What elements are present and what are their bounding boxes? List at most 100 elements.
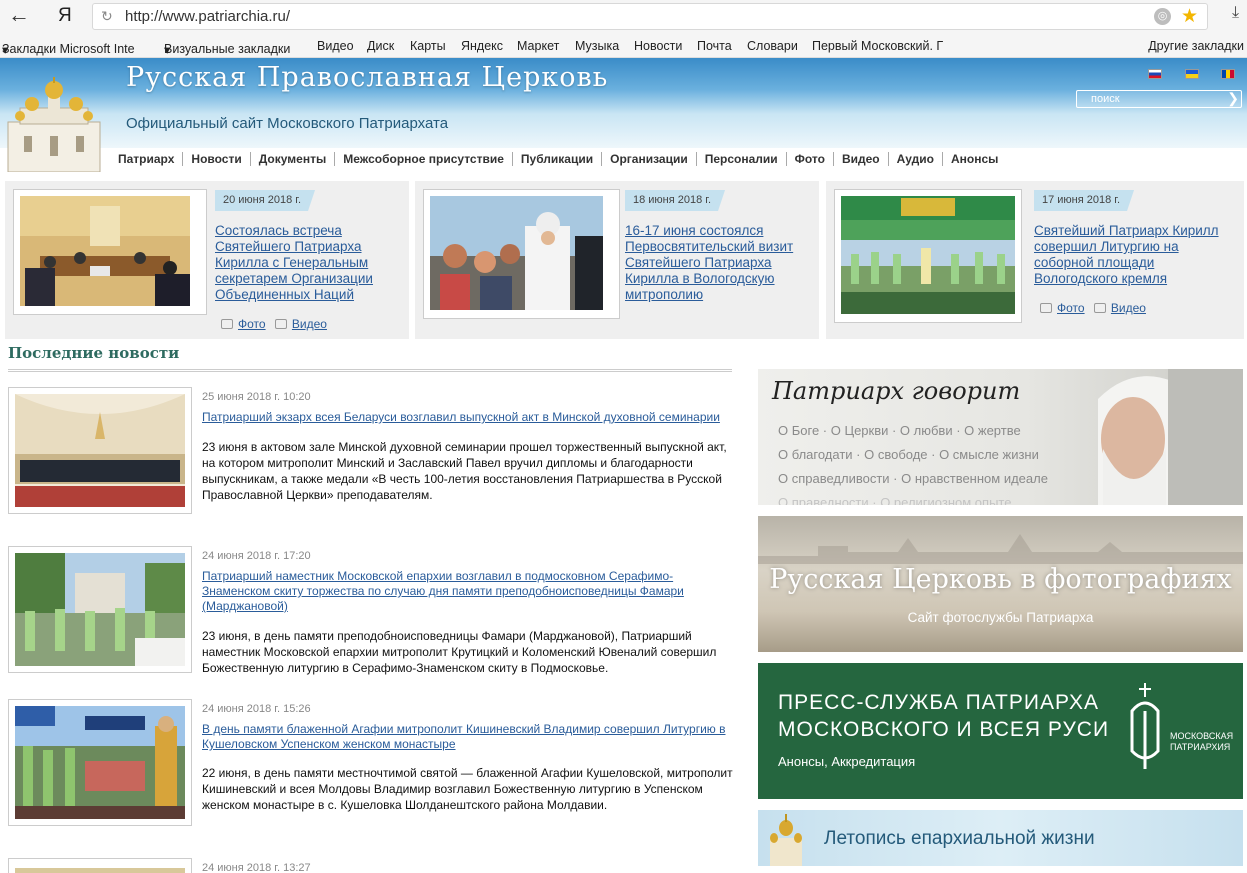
url-text[interactable]: http://www.patriarchia.ru/ [125, 8, 290, 25]
news-thumbnail[interactable] [8, 699, 192, 826]
news-date: 25 июня 2018 г. 10:20 [202, 391, 311, 403]
featured-photo[interactable] [423, 189, 620, 319]
reload-icon[interactable]: ↻ [101, 8, 113, 25]
news-body: 22 июня, в день памяти местночтимой свят… [202, 766, 733, 812]
news-title[interactable]: В день памяти блаженной Агафии митрополи… [202, 722, 738, 752]
language-flags [1130, 66, 1235, 84]
news-body: 23 июня, в день памяти преподобноисповед… [202, 629, 717, 675]
featured-title[interactable]: Святейший Патриарх Кирилл совершил Литур… [1034, 223, 1234, 287]
video-link[interactable]: Видео [292, 317, 327, 331]
patriarch-topics[interactable]: О благодати · О свободе · О смысле жизни [778, 447, 1039, 462]
seminary-photo-icon [15, 394, 185, 507]
bookmark-item[interactable]: Диск [367, 39, 394, 53]
diocesan-chronicle-title: Летопись епархиальной жизни [824, 828, 1095, 849]
download-icon[interactable]: ⤓ [1232, 4, 1239, 22]
patriarch-speaks-banner[interactable]: Патриарх говорит О Боге · О Церкви · О л… [758, 369, 1243, 505]
news-thumbnail[interactable] [8, 858, 192, 873]
list-item: 24 июня 2018 г. 13:27 [8, 858, 736, 873]
video-link[interactable]: Видео [1111, 301, 1146, 315]
protect-icon[interactable]: ◎ [1154, 8, 1171, 25]
star-icon[interactable]: ★ [1181, 5, 1198, 28]
patriarch-portrait-icon [1098, 369, 1243, 505]
patriarch-topics[interactable]: О справедливости · О нравственном идеале [778, 471, 1048, 486]
featured-news-1: 20 июня 2018 г. Состоялась встреча Святе… [5, 181, 409, 339]
patriarch-topics[interactable]: О праведности · О религиозном опыте [778, 495, 1011, 505]
bookmark-item[interactable]: Новости [634, 39, 682, 53]
press-service-banner[interactable]: ПРЕСС-СЛУЖБА ПАТРИАРХА МОСКОВСКОГО И ВСЕ… [758, 663, 1243, 799]
bookmark-item[interactable]: Карты [410, 39, 446, 53]
skete-photo-icon [15, 553, 185, 666]
nav-item-organizations[interactable]: Организации [602, 152, 697, 166]
crowd-photo-icon [430, 196, 603, 310]
featured-date: 18 июня 2018 г. [625, 190, 726, 211]
church-photos-title: Русская Церковь в фотографиях [769, 564, 1232, 595]
nav-item-photo[interactable]: Фото [787, 152, 834, 166]
meeting-photo-icon [20, 196, 190, 306]
nav-item-patriarch[interactable]: Патриарх [110, 152, 184, 166]
news-photo-icon [15, 868, 185, 873]
patriarch-topics[interactable]: О Боге · О Церкви · О любви · О жертве [778, 423, 1021, 438]
search-input[interactable] [1091, 92, 1221, 106]
bookmark-item[interactable]: Словари [747, 39, 798, 53]
liturgy-photo-icon [841, 196, 1015, 314]
search-arrow-icon[interactable]: ❯ [1227, 90, 1239, 107]
bookmark-item[interactable]: Почта [697, 39, 732, 53]
site-title[interactable]: Русская Православная Церковь [126, 62, 608, 93]
russian-flag-icon[interactable] [1148, 69, 1163, 79]
nav-item-publications[interactable]: Публикации [513, 152, 603, 166]
bookmark-item[interactable]: Музыка [575, 39, 619, 53]
news-thumbnail[interactable] [8, 546, 192, 673]
featured-media-links: Фото Видео [221, 317, 333, 331]
nav-item-persons[interactable]: Персоналии [697, 152, 787, 166]
patriarchate-logo-icon [1130, 683, 1160, 769]
other-bookmarks[interactable]: Другие закладки [1148, 39, 1244, 53]
main-nav: Патриарх Новости Документы Межсоборное прис… [110, 148, 1247, 172]
list-item: 25 июня 2018 г. 10:20 Патриарший экзарх … [8, 387, 736, 515]
bookmarks-bar: Закладки Microsoft Inte ▾ Визуальные зак… [2, 39, 1244, 57]
nav-item-presence[interactable]: Межсоборное присутствие [335, 152, 513, 166]
news-title[interactable]: Патриарший наместник Московской епархии … [202, 569, 738, 614]
monastery-photo-icon [15, 706, 185, 819]
moldovan-flag-icon[interactable] [1221, 69, 1235, 79]
featured-media-links: Фото Видео [1040, 301, 1152, 315]
news-title[interactable]: Патриарший экзарх всея Беларуси возглави… [202, 410, 738, 425]
bookmark-item[interactable]: Яндекс [461, 39, 503, 53]
press-service-links[interactable]: Анонсы, Аккредитация [778, 754, 915, 769]
bookmark-item[interactable]: Видео [317, 39, 354, 53]
featured-news-3: 17 июня 2018 г. Святейший Патриарх Кирил… [826, 181, 1244, 339]
back-arrow-icon[interactable]: ← [8, 4, 30, 28]
nav-item-documents[interactable]: Документы [251, 152, 336, 166]
bookmark-item[interactable]: Первый Московский. Г [812, 39, 947, 53]
featured-title[interactable]: 16-17 июня состоялся Первосвятительский … [625, 223, 815, 303]
nav-item-news[interactable]: Новости [183, 152, 251, 166]
news-body: 23 июня в актовом зале Минской духовной … [202, 440, 727, 502]
latest-news-heading: Последние новости [8, 344, 180, 362]
address-bar[interactable]: ↻ http://www.patriarchia.ru/ ◎ ★ [92, 3, 1208, 30]
featured-date: 20 июня 2018 г. [215, 190, 316, 211]
video-icon [274, 319, 287, 329]
chevron-down-icon: ▾ [2, 43, 9, 57]
featured-photo[interactable] [13, 189, 207, 315]
photo-link[interactable]: Фото [238, 317, 266, 331]
yandex-logo[interactable]: Я [58, 4, 72, 28]
browser-chrome: ← Я ↻ http://www.patriarchia.ru/ ◎ ★ ⤓ З… [0, 0, 1247, 58]
site-subtitle: Официальный сайт Московского Патриархата [126, 115, 449, 132]
bookmark-item[interactable]: Маркет [517, 39, 559, 53]
diocesan-chronicle-banner[interactable]: Летопись епархиальной жизни [758, 810, 1243, 866]
news-thumbnail[interactable] [8, 387, 192, 514]
photo-link[interactable]: Фото [1057, 301, 1085, 315]
nav-item-video[interactable]: Видео [834, 152, 889, 166]
featured-title[interactable]: Состоялась встреча Святейшего Патриарха … [215, 223, 405, 303]
nav-item-announcements[interactable]: Анонсы [943, 152, 1006, 166]
press-service-title: ПРЕСС-СЛУЖБА ПАТРИАРХА [778, 691, 1100, 714]
site-header: Русская Православная Церковь Официальный… [0, 58, 1247, 172]
featured-photo[interactable] [834, 189, 1022, 323]
church-photos-banner[interactable]: Русская Церковь в фотографиях Сайт фотос… [758, 516, 1243, 652]
nav-item-audio[interactable]: Аудио [889, 152, 944, 166]
video-icon [1093, 303, 1106, 313]
chevron-down-icon: ▾ [164, 43, 171, 57]
camera-icon [1040, 303, 1052, 313]
list-item: 24 июня 2018 г. 15:26 В день памяти блаж… [8, 699, 736, 827]
list-item: 24 июня 2018 г. 17:20 Патриарший наместн… [8, 546, 738, 675]
ukrainian-flag-icon[interactable] [1184, 69, 1199, 79]
